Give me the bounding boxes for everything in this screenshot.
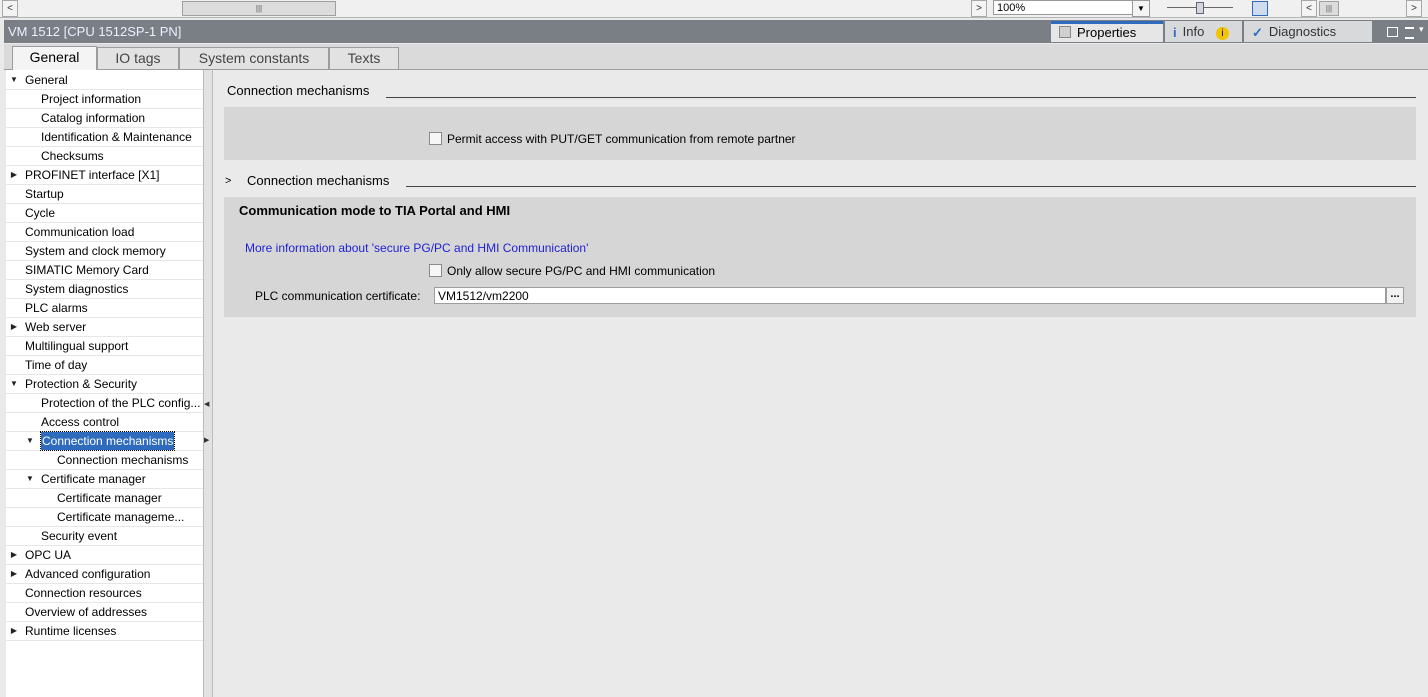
tree-item[interactable]: Protection & Security xyxy=(25,375,137,393)
tree-item[interactable]: PLC alarms xyxy=(25,299,88,317)
secure-only-label[interactable]: Only allow secure PG/PC and HMI communic… xyxy=(447,264,715,278)
subsection-divider xyxy=(406,186,1416,187)
tree-item[interactable]: Multilingual support xyxy=(25,337,128,355)
tree-item[interactable]: Security event xyxy=(41,527,117,545)
tree-item[interactable]: General xyxy=(25,71,68,89)
tree-item[interactable]: PROFINET interface [X1] xyxy=(25,166,160,184)
tree-item[interactable]: Connection mechanisms xyxy=(57,451,188,469)
tree-item[interactable]: Connection resources xyxy=(25,584,142,602)
tree-item[interactable]: Project information xyxy=(41,90,141,108)
tree-item[interactable]: System diagnostics xyxy=(25,280,128,298)
expand-down-icon[interactable]: ▼ xyxy=(25,436,35,445)
pan-scroll-thumb[interactable]: ||| xyxy=(1319,1,1339,16)
tree-item[interactable]: Web server xyxy=(25,318,86,336)
zoom-dropdown-button[interactable]: ▼ xyxy=(1132,0,1150,17)
float-window-icon[interactable] xyxy=(1387,27,1398,37)
putget-checkbox[interactable] xyxy=(429,132,442,145)
tree-item[interactable]: Time of day xyxy=(25,356,87,374)
expand-right-icon[interactable]: ▶ xyxy=(9,170,19,179)
tree-item[interactable]: Communication load xyxy=(25,223,134,241)
tree-item[interactable]: Catalog information xyxy=(41,109,145,127)
cert-label: PLC communication certificate: xyxy=(255,289,421,303)
tree-item[interactable]: System and clock memory xyxy=(25,242,166,260)
top-scrollbar-strip: < ||| > xyxy=(0,0,1428,18)
section-expander-icon[interactable]: > xyxy=(225,175,231,187)
tab-info[interactable]: i Info i xyxy=(1165,21,1242,42)
putget-panel xyxy=(224,107,1416,160)
tree-item[interactable]: Certificate manager xyxy=(41,470,146,488)
expand-right-icon[interactable]: ▶ xyxy=(9,626,19,635)
section-divider xyxy=(386,97,1416,98)
tree-item[interactable]: Protection of the PLC config... xyxy=(41,394,200,412)
tree-item[interactable]: Cycle xyxy=(25,204,55,222)
panel-menu-icon[interactable] xyxy=(1405,27,1414,39)
tab-general[interactable]: General xyxy=(12,46,97,70)
expand-right-arrow-icon[interactable]: ▶ xyxy=(204,436,210,444)
tree-item[interactable]: Connection mechanisms xyxy=(39,431,176,451)
expand-down-icon[interactable]: ▼ xyxy=(25,474,35,483)
expand-right-icon[interactable]: ▶ xyxy=(9,550,19,559)
zoom-level-input[interactable]: 100% xyxy=(993,0,1139,15)
tree-item[interactable]: Startup xyxy=(25,185,64,203)
tree-row[interactable] xyxy=(6,147,203,166)
tab-texts[interactable]: Texts xyxy=(329,47,399,69)
info-tab-icon: i xyxy=(1173,25,1177,40)
section-title-connection-mechanisms: Connection mechanisms xyxy=(227,83,370,98)
tree-item[interactable]: Checksums xyxy=(41,147,104,165)
putget-label[interactable]: Permit access with PUT/GET communication… xyxy=(447,132,796,146)
secure-only-checkbox[interactable] xyxy=(429,264,442,277)
navigation-overview-icon[interactable] xyxy=(1252,1,1268,16)
pan-right-button[interactable]: > xyxy=(1406,0,1422,17)
tree-item[interactable]: Identification & Maintenance xyxy=(41,128,192,146)
tree-item[interactable]: SIMATIC Memory Card xyxy=(25,261,149,279)
horizontal-scroll-thumb[interactable]: ||| xyxy=(182,1,336,16)
tree-item[interactable]: Certificate manageme... xyxy=(57,508,184,526)
tab-system-constants[interactable]: System constants xyxy=(179,47,329,69)
expand-down-icon[interactable]: ▼ xyxy=(9,379,19,388)
tree-item[interactable]: OPC UA xyxy=(25,546,71,564)
cert-input[interactable]: VM1512/vm2200 xyxy=(434,287,1386,304)
scroll-right-button[interactable]: > xyxy=(971,0,987,17)
tree-item[interactable]: Overview of addresses xyxy=(25,603,147,621)
panel-splitter[interactable] xyxy=(203,70,213,697)
subsection-title-connection-mechanisms[interactable]: Connection mechanisms xyxy=(247,173,389,188)
tree-item[interactable]: Advanced configuration xyxy=(25,565,150,583)
tree-item[interactable]: Certificate manager xyxy=(57,489,162,507)
tree-item[interactable]: Runtime licenses xyxy=(25,622,116,640)
more-info-link[interactable]: More information about 'secure PG/PC and… xyxy=(245,241,588,255)
inspector-title: VM 1512 [CPU 1512SP-1 PN] xyxy=(8,24,182,39)
tree-item[interactable]: Access control xyxy=(41,413,119,431)
properties-icon xyxy=(1059,26,1071,38)
expand-right-icon[interactable]: ▶ xyxy=(9,569,19,578)
tab-properties[interactable]: Properties xyxy=(1051,21,1163,42)
communication-mode-title: Communication mode to TIA Portal and HMI xyxy=(239,203,511,218)
expand-down-icon[interactable]: ▼ xyxy=(9,75,19,84)
scroll-left-button[interactable]: < xyxy=(2,0,18,17)
collapse-left-arrow-icon[interactable]: ◀ xyxy=(204,400,210,408)
diagnostics-icon: ✓ xyxy=(1252,25,1263,40)
tab-io-tags[interactable]: IO tags xyxy=(97,47,179,69)
pan-left-button[interactable]: < xyxy=(1301,0,1317,17)
tab-diagnostics[interactable]: ✓ Diagnostics xyxy=(1244,21,1372,42)
chevron-down-icon[interactable]: ▾ xyxy=(1419,24,1424,35)
cert-browse-button[interactable]: ... xyxy=(1386,287,1404,304)
info-badge-icon: i xyxy=(1215,27,1229,40)
expand-right-icon[interactable]: ▶ xyxy=(9,322,19,331)
zoom-slider-handle[interactable] xyxy=(1196,2,1204,14)
